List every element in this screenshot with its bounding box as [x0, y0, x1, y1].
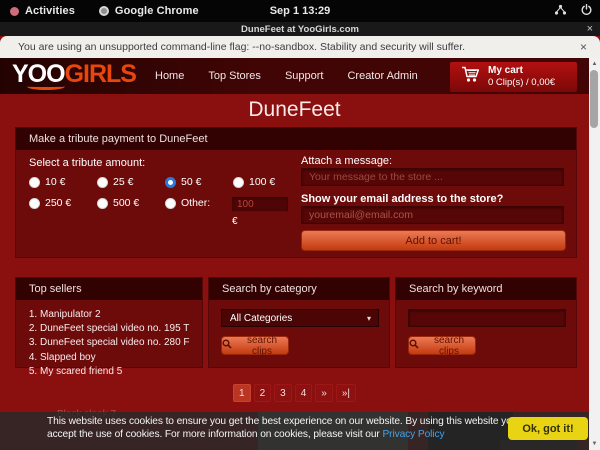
page-button-3[interactable]: 3 [274, 384, 292, 402]
list-item[interactable]: DuneFeet special video no. 195 T [40, 322, 202, 336]
amount-radio-100[interactable]: 100 € [233, 176, 275, 188]
desktop-screen: Activities Google Chrome Sep 1 13:29 Dun… [0, 0, 600, 450]
list-item[interactable]: Manipulator 2 [40, 308, 202, 322]
main-content: DuneFeet Make a tribute payment to DuneF… [0, 94, 589, 450]
amount-label: Select a tribute amount: [29, 157, 145, 169]
category-selected-value: All Categories [230, 313, 292, 324]
search-keyword-header: Search by keyword [396, 278, 576, 300]
cart-summary: 0 Clip(s) / 0,00€ [488, 77, 555, 89]
window-title: DuneFeet at YooGirls.com [0, 22, 600, 36]
tribute-panel-header: Make a tribute payment to DuneFeet [16, 128, 576, 150]
page-title: DuneFeet [0, 98, 589, 122]
radio-label: 500 € [113, 197, 139, 209]
cookie-accept-button[interactable]: Ok, got it! [508, 417, 588, 440]
amount-radio-250[interactable]: 250 € [29, 197, 71, 209]
search-clips-category-button[interactable]: search clips [221, 336, 289, 355]
page-scrollbar[interactable]: ▲ ▼ [589, 58, 600, 450]
logo-girls: GIRLS [65, 60, 136, 88]
amount-radio-10[interactable]: 10 € [29, 176, 65, 188]
message-input[interactable] [301, 168, 564, 186]
page-button-last[interactable]: »| [336, 384, 356, 402]
cart-icon [461, 66, 480, 88]
amount-radio-other[interactable]: Other: [165, 197, 210, 209]
search-clips-label: search clips [423, 335, 475, 357]
amount-radio-25[interactable]: 25 € [97, 176, 133, 188]
top-sellers-list: Manipulator 2 DuneFeet special video no.… [16, 308, 202, 379]
radio-checked-icon[interactable] [165, 177, 176, 188]
scroll-up-icon[interactable]: ▲ [589, 59, 600, 69]
email-label: Show your email address to the store? [301, 193, 503, 205]
amount-radio-50-selected[interactable]: 50 € [165, 176, 201, 188]
cookie-message: This website uses cookies to ensure you … [47, 416, 517, 442]
window-title-bar: DuneFeet at YooGirls.com × [0, 22, 600, 36]
amount-radio-500[interactable]: 500 € [97, 197, 139, 209]
main-nav: Home Top Stores Support Creator Admin [155, 58, 418, 94]
pagination: 1 2 3 4 » »| [0, 384, 589, 402]
nav-support[interactable]: Support [285, 70, 324, 82]
other-amount-input[interactable] [231, 196, 289, 212]
email-input[interactable] [301, 206, 564, 224]
my-cart-button[interactable]: My cart 0 Clip(s) / 0,00€ [450, 62, 577, 92]
page-button-next[interactable]: » [315, 384, 333, 402]
scrollbar-thumb[interactable] [590, 70, 598, 128]
radio-label: 25 € [113, 176, 133, 188]
nav-top-stores[interactable]: Top Stores [208, 70, 261, 82]
list-item[interactable]: DuneFeet special video no. 280 F [40, 336, 202, 350]
clock[interactable]: Sep 1 13:29 [270, 5, 331, 17]
radio-label: 250 € [45, 197, 71, 209]
list-item[interactable]: Slapped boy [40, 351, 202, 365]
page-button-1[interactable]: 1 [233, 384, 251, 402]
cookie-message-line1: This website uses cookies to ensure you … [47, 416, 517, 429]
cookie-message-line2-text: accept the use of cookies. For more info… [47, 429, 382, 440]
radio-label: 50 € [181, 176, 201, 188]
chrome-warning-bar: You are using an unsupported command-lin… [0, 36, 600, 58]
chevron-down-icon: ▾ [367, 314, 371, 323]
search-icon [409, 339, 419, 352]
tribute-panel: Make a tribute payment to DuneFeet Selec… [15, 127, 577, 258]
radio-label: Other: [181, 197, 210, 209]
page-button-4[interactable]: 4 [295, 384, 313, 402]
message-label: Attach a message: [301, 155, 392, 167]
cookie-consent-bar: This website uses cookies to ensure you … [0, 412, 589, 450]
radio-icon[interactable] [233, 177, 244, 188]
cart-label: My cart [488, 65, 555, 78]
search-clips-label: search clips [236, 335, 288, 357]
chrome-app-icon [99, 6, 109, 16]
distro-icon [10, 7, 19, 16]
search-icon [222, 339, 232, 352]
keyword-input[interactable] [408, 309, 566, 327]
nav-home[interactable]: Home [155, 70, 184, 82]
logo-smile-icon [27, 83, 65, 90]
search-clips-keyword-button[interactable]: search clips [408, 336, 476, 355]
network-icon[interactable] [554, 4, 567, 19]
radio-label: 10 € [45, 176, 65, 188]
category-select[interactable]: All Categories ▾ [221, 309, 379, 327]
cookie-message-line2: accept the use of cookies. For more info… [47, 429, 517, 442]
add-to-cart-button[interactable]: Add to cart! [301, 230, 566, 251]
radio-icon[interactable] [97, 177, 108, 188]
system-top-bar: Activities Google Chrome Sep 1 13:29 [0, 0, 600, 22]
warning-text: You are using an unsupported command-lin… [18, 36, 465, 58]
top-sellers-panel: Top sellers Manipulator 2 DuneFeet speci… [15, 277, 203, 368]
scroll-down-icon[interactable]: ▼ [589, 439, 600, 449]
warning-close-icon[interactable]: × [580, 36, 587, 58]
search-keyword-panel: Search by keyword search clips [395, 277, 577, 368]
radio-icon[interactable] [165, 198, 176, 209]
app-menu-button[interactable]: Google Chrome [115, 5, 199, 17]
search-category-panel: Search by category All Categories ▾ sear… [208, 277, 390, 368]
radio-icon[interactable] [29, 177, 40, 188]
top-sellers-header: Top sellers [16, 278, 202, 300]
power-icon[interactable] [581, 4, 592, 19]
list-item[interactable]: My scared friend 5 [40, 365, 202, 379]
privacy-policy-link[interactable]: Privacy Policy [382, 429, 444, 440]
page-button-2[interactable]: 2 [254, 384, 272, 402]
window-close-icon[interactable]: × [587, 22, 593, 36]
currency-label: € [232, 216, 238, 227]
radio-icon[interactable] [97, 198, 108, 209]
radio-icon[interactable] [29, 198, 40, 209]
activities-button[interactable]: Activities [25, 5, 75, 17]
nav-creator-admin[interactable]: Creator Admin [347, 70, 417, 82]
search-category-header: Search by category [209, 278, 389, 300]
radio-label: 100 € [249, 176, 275, 188]
